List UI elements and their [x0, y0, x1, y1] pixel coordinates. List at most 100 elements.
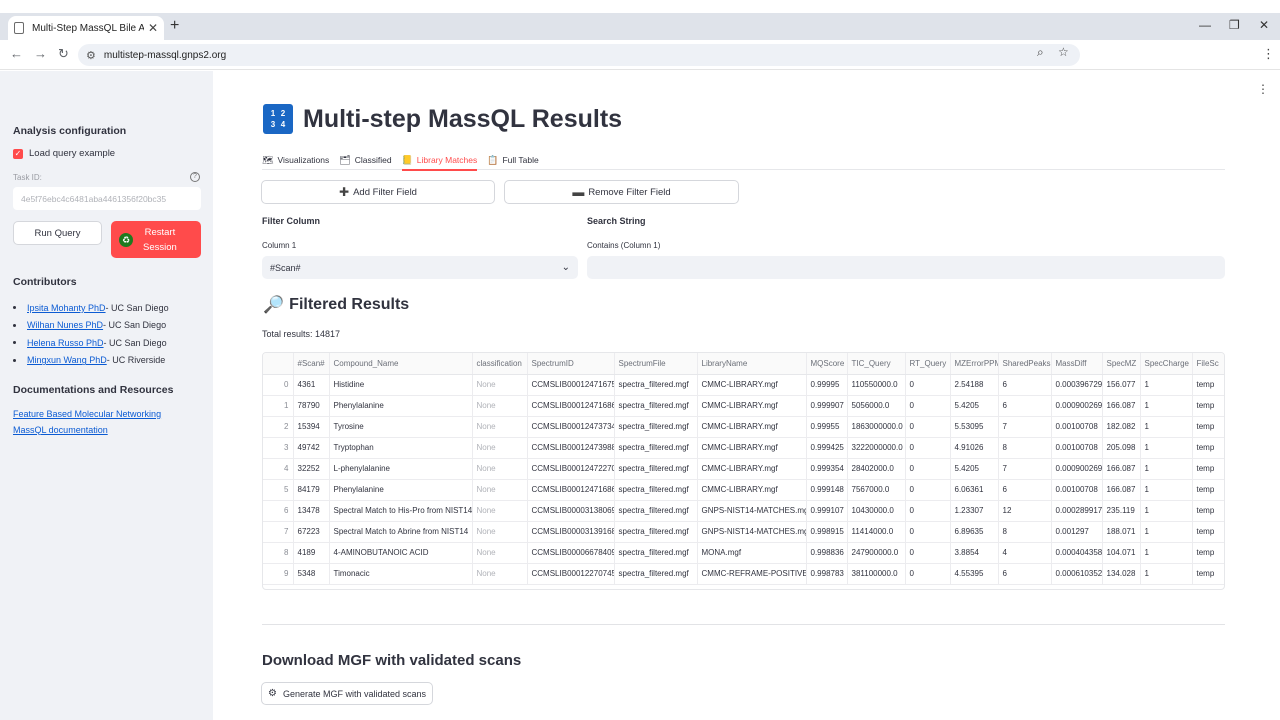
table-cell[interactable]: 9 — [263, 563, 294, 585]
table-cell[interactable]: 188.071 — [1102, 521, 1141, 543]
table-cell[interactable]: Tyrosine — [329, 416, 473, 438]
table-cell[interactable]: CCMSLIB00012471686 — [527, 395, 615, 417]
table-cell[interactable]: 10430000.0 — [847, 500, 906, 522]
table-cell[interactable]: CMMC-LIBRARY.mgf — [697, 437, 807, 459]
search-string-input[interactable] — [587, 256, 1225, 279]
table-cell[interactable]: 49742 — [293, 437, 330, 459]
table-cell[interactable]: 4 — [263, 458, 294, 480]
table-cell[interactable]: 0.998783 — [806, 563, 848, 585]
table-cell[interactable]: None — [472, 416, 528, 438]
table-cell[interactable]: 205.098 — [1102, 437, 1141, 459]
table-row[interactable]: 3 49742 Tryptophan None CCMSLIB00012473988 sp… — [263, 437, 1224, 459]
column-header[interactable]: #Scan# — [293, 353, 330, 375]
table-cell[interactable]: 1 — [1140, 416, 1193, 438]
table-cell[interactable]: spectra_filtered.mgf — [614, 374, 698, 396]
table-cell[interactable]: 0.999148 — [806, 479, 848, 501]
table-cell[interactable]: CMMC-LIBRARY.mgf — [697, 458, 807, 480]
table-cell[interactable]: 1863000000.0 — [847, 416, 906, 438]
table-cell[interactable]: temp — [1192, 395, 1224, 417]
load-example-checkbox[interactable]: ✓ Load query example — [13, 148, 115, 159]
table-cell[interactable]: 6 — [998, 479, 1052, 501]
table-cell[interactable]: None — [472, 479, 528, 501]
contributor-link[interactable]: Mingxun Wang PhD — [27, 355, 107, 365]
table-cell[interactable]: 0.999425 — [806, 437, 848, 459]
minimize-icon[interactable]: — — [1199, 18, 1211, 32]
table-cell[interactable]: 3.8854 — [950, 542, 999, 564]
table-cell[interactable]: 1.23307 — [950, 500, 999, 522]
table-cell[interactable]: 67223 — [293, 521, 330, 543]
table-cell[interactable]: 1 — [263, 395, 294, 417]
zoom-icon[interactable]: ⌕ — [1037, 45, 1044, 60]
table-cell[interactable]: 6.06361 — [950, 479, 999, 501]
table-cell[interactable]: 1 — [1140, 563, 1193, 585]
table-cell[interactable]: 0.999107 — [806, 500, 848, 522]
column-header[interactable]: SharedPeaks — [998, 353, 1052, 375]
table-cell[interactable]: 15394 — [293, 416, 330, 438]
contributor-link[interactable]: Ipsita Mohanty PhD — [27, 303, 106, 313]
table-cell[interactable]: None — [472, 395, 528, 417]
table-cell[interactable]: 5348 — [293, 563, 330, 585]
table-cell[interactable]: 5 — [263, 479, 294, 501]
table-cell[interactable]: CCMSLIB00012270745 — [527, 563, 615, 585]
table-cell[interactable]: temp — [1192, 458, 1224, 480]
table-cell[interactable]: temp — [1192, 563, 1224, 585]
table-cell[interactable]: None — [472, 458, 528, 480]
table-cell[interactable]: 8 — [263, 542, 294, 564]
table-cell[interactable]: 4-AMINOBUTANOIC ACID — [329, 542, 473, 564]
results-table[interactable]: #Scan# Compound_Name classification Spec… — [262, 352, 1225, 590]
reload-icon[interactable]: ↻ — [58, 46, 69, 62]
table-cell[interactable]: Spectral Match to His-Pro from NIST14 — [329, 500, 473, 522]
column-header[interactable]: MQScore — [806, 353, 848, 375]
table-cell[interactable]: 1 — [1140, 521, 1193, 543]
column-header[interactable]: SpecMZ — [1102, 353, 1141, 375]
contributor-link[interactable]: Wilhan Nunes PhD — [27, 320, 103, 330]
table-cell[interactable]: 156.077 — [1102, 374, 1141, 396]
table-cell[interactable]: CCMSLIB00012473734 — [527, 416, 615, 438]
table-cell[interactable]: 5.4205 — [950, 458, 999, 480]
table-cell[interactable]: 8 — [998, 521, 1052, 543]
table-row[interactable]: 0 4361 Histidine None CCMSLIB00012471675 spec… — [263, 374, 1224, 396]
help-icon[interactable]: ? — [190, 172, 200, 182]
table-cell[interactable]: 0.000404358 — [1051, 542, 1103, 564]
table-cell[interactable]: 1 — [1140, 500, 1193, 522]
table-cell[interactable]: 0.000396729 — [1051, 374, 1103, 396]
table-cell[interactable]: 7567000.0 — [847, 479, 906, 501]
table-cell[interactable]: None — [472, 542, 528, 564]
table-cell[interactable]: 1 — [1140, 458, 1193, 480]
table-cell[interactable]: 0.00100708 — [1051, 416, 1103, 438]
close-tab-icon[interactable]: ✕ — [148, 21, 158, 35]
table-cell[interactable]: temp — [1192, 542, 1224, 564]
back-icon[interactable]: ← — [10, 46, 23, 61]
table-cell[interactable]: 166.087 — [1102, 395, 1141, 417]
table-cell[interactable]: 0 — [905, 458, 951, 480]
table-cell[interactable]: 11414000.0 — [847, 521, 906, 543]
table-cell[interactable]: 7 — [998, 416, 1052, 438]
table-cell[interactable]: spectra_filtered.mgf — [614, 458, 698, 480]
table-cell[interactable]: 0.001297 — [1051, 521, 1103, 543]
table-cell[interactable]: 2 — [263, 416, 294, 438]
close-window-icon[interactable]: ✕ — [1259, 18, 1269, 32]
table-cell[interactable]: 0 — [905, 500, 951, 522]
table-cell[interactable]: spectra_filtered.mgf — [614, 395, 698, 417]
table-cell[interactable]: 1 — [1140, 374, 1193, 396]
column-header[interactable]: MZErrorPPM — [950, 353, 999, 375]
browser-tab[interactable]: Multi-Step MassQL Bile Acid Is ✕ — [8, 16, 164, 40]
table-cell[interactable]: 0 — [905, 521, 951, 543]
column-header[interactable]: TIC_Query — [847, 353, 906, 375]
column-header[interactable]: RT_Query — [905, 353, 951, 375]
browser-menu-icon[interactable]: ⋮ — [1262, 46, 1275, 62]
app-menu-icon[interactable]: ⋮ — [1257, 82, 1269, 96]
table-cell[interactable]: 32252 — [293, 458, 330, 480]
table-cell[interactable]: CCMSLIB00006678409 — [527, 542, 615, 564]
table-row[interactable]: 5 84179 Phenylalanine None CCMSLIB0001247168… — [263, 479, 1224, 501]
remove-filter-button[interactable]: ▬ Remove Filter Field — [504, 180, 739, 204]
table-cell[interactable]: spectra_filtered.mgf — [614, 542, 698, 564]
table-cell[interactable]: Histidine — [329, 374, 473, 396]
table-cell[interactable]: 0 — [905, 563, 951, 585]
table-cell[interactable]: GNPS-NIST14-MATCHES.mgf — [697, 521, 807, 543]
table-cell[interactable]: 0.99995 — [806, 374, 848, 396]
table-cell[interactable]: CCMSLIB00012471686 — [527, 479, 615, 501]
table-row[interactable]: 4 32252 L-phenylalanine None CCMSLIB00012472… — [263, 458, 1224, 480]
table-cell[interactable]: 0 — [905, 374, 951, 396]
table-cell[interactable]: temp — [1192, 437, 1224, 459]
